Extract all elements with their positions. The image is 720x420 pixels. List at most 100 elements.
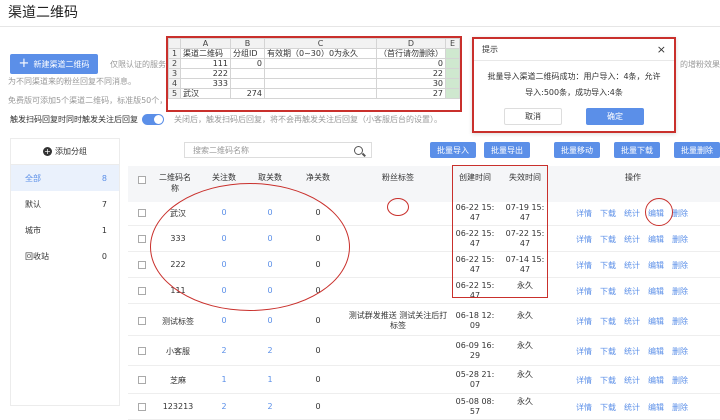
stats-link[interactable]: 统计 — [624, 375, 640, 386]
unfollow-count[interactable]: 0 — [252, 260, 288, 269]
sidebar-item-recycle-bin[interactable]: 回收站 0 — [11, 243, 119, 269]
excel-cell — [230, 78, 265, 89]
download-link[interactable]: 下载 — [600, 260, 616, 271]
edit-link[interactable]: 编辑 — [648, 375, 664, 386]
unfollow-count[interactable]: 0 — [252, 286, 288, 295]
expire-time: 永久 — [517, 370, 533, 379]
follow-count[interactable]: 0 — [206, 208, 242, 217]
row-checkbox[interactable] — [138, 317, 146, 325]
delete-link[interactable]: 删除 — [672, 208, 688, 219]
excel-cell: 分组ID — [230, 48, 265, 59]
row-operations: 详情 下载 统计 编辑 删除 — [576, 260, 688, 271]
row-checkbox[interactable] — [138, 209, 146, 217]
follow-count[interactable]: 2 — [206, 402, 242, 411]
stats-link[interactable]: 统计 — [624, 316, 640, 327]
edit-link[interactable]: 编辑 — [648, 316, 664, 327]
download-link[interactable]: 下载 — [600, 375, 616, 386]
delete-link[interactable]: 删除 — [672, 316, 688, 327]
sidebar-item-city[interactable]: 城市 1 — [11, 217, 119, 243]
edit-link[interactable]: 编辑 — [648, 402, 664, 413]
delete-link[interactable]: 删除 — [672, 286, 688, 297]
edit-link[interactable]: 编辑 — [648, 234, 664, 245]
detail-link[interactable]: 详情 — [576, 346, 592, 357]
batch-import-button[interactable]: 批量导入 — [430, 142, 476, 158]
batch-delete-button[interactable]: 批量删除 — [674, 142, 720, 158]
download-link[interactable]: 下载 — [600, 286, 616, 297]
excel-col-d: D — [376, 38, 446, 49]
detail-link[interactable]: 详情 — [576, 260, 592, 271]
follow-reply-toggle[interactable] — [142, 114, 164, 125]
stats-link[interactable]: 统计 — [624, 208, 640, 219]
sidebar-item-count: 1 — [101, 225, 107, 235]
confirm-button[interactable]: 确定 — [586, 108, 644, 125]
unfollow-count[interactable]: 0 — [252, 208, 288, 217]
detail-link[interactable]: 详情 — [576, 234, 592, 245]
select-all-checkbox[interactable] — [138, 176, 146, 184]
created-time: 06-22 15: 47 — [455, 255, 495, 274]
cancel-button[interactable]: 取消 — [504, 108, 562, 125]
row-checkbox[interactable] — [138, 347, 146, 355]
delete-link[interactable]: 删除 — [672, 234, 688, 245]
stats-link[interactable]: 统计 — [624, 402, 640, 413]
row-checkbox[interactable] — [138, 403, 146, 411]
detail-link[interactable]: 详情 — [576, 316, 592, 327]
follow-count[interactable]: 0 — [206, 316, 242, 325]
unfollow-count[interactable]: 2 — [252, 402, 288, 411]
edit-link[interactable]: 编辑 — [648, 286, 664, 297]
follow-count[interactable]: 2 — [206, 346, 242, 355]
detail-link[interactable]: 详情 — [576, 375, 592, 386]
sidebar-item-default[interactable]: 默认 7 — [11, 191, 119, 217]
download-link[interactable]: 下载 — [600, 346, 616, 357]
add-group-button[interactable]: + 添加分组 — [11, 139, 119, 165]
excel-cell — [230, 68, 265, 79]
detail-link[interactable]: 详情 — [576, 208, 592, 219]
stats-link[interactable]: 统计 — [624, 286, 640, 297]
close-icon[interactable]: × — [657, 43, 666, 56]
delete-link[interactable]: 删除 — [672, 402, 688, 413]
row-operations: 详情 下载 统计 编辑 删除 — [576, 234, 688, 245]
batch-download-button[interactable]: 批量下载 — [614, 142, 660, 158]
follow-count[interactable]: 0 — [206, 260, 242, 269]
detail-link[interactable]: 详情 — [576, 286, 592, 297]
unfollow-count[interactable]: 1 — [252, 375, 288, 384]
sidebar-item-count: 8 — [101, 173, 107, 183]
follow-count[interactable]: 1 — [206, 375, 242, 384]
batch-move-button[interactable]: 批量移动 — [554, 142, 600, 158]
stats-link[interactable]: 统计 — [624, 260, 640, 271]
detail-link[interactable]: 详情 — [576, 402, 592, 413]
download-link[interactable]: 下载 — [600, 402, 616, 413]
edit-link[interactable]: 编辑 — [648, 346, 664, 357]
excel-row: 2 111 0 0 — [168, 58, 460, 69]
edit-link[interactable]: 编辑 — [648, 260, 664, 271]
edit-link[interactable]: 编辑 — [648, 208, 664, 219]
stats-link[interactable]: 统计 — [624, 346, 640, 357]
search-input[interactable]: 搜索二维码名称 — [184, 142, 372, 158]
excel-cell: 30 — [376, 78, 446, 89]
row-checkbox[interactable] — [138, 287, 146, 295]
sidebar-item-all[interactable]: 全部 8 — [11, 165, 119, 191]
unfollow-count[interactable]: 0 — [252, 316, 288, 325]
unfollow-count[interactable]: 2 — [252, 346, 288, 355]
delete-link[interactable]: 删除 — [672, 346, 688, 357]
download-link[interactable]: 下载 — [600, 234, 616, 245]
dialog-header: 提示 × — [474, 39, 674, 61]
row-checkbox[interactable] — [138, 261, 146, 269]
new-qrcode-button[interactable]: + 新建渠道二维码 — [10, 54, 98, 74]
search-icon[interactable] — [354, 145, 363, 155]
excel-row-number: 4 — [168, 78, 181, 89]
follow-count[interactable]: 0 — [206, 286, 242, 295]
excel-row-number: 3 — [168, 68, 181, 79]
row-checkbox[interactable] — [138, 376, 146, 384]
batch-export-button[interactable]: 批量导出 — [484, 142, 530, 158]
download-link[interactable]: 下载 — [600, 208, 616, 219]
follow-count[interactable]: 0 — [206, 234, 242, 243]
row-checkbox[interactable] — [138, 235, 146, 243]
qrcode-name: 333 — [170, 234, 186, 243]
download-link[interactable]: 下载 — [600, 316, 616, 327]
excel-col-c: C — [264, 38, 377, 49]
table-row: 武汉 0 0 0 06-22 15: 47 07-19 15: 47 详情 下载 统计 编辑 删除 — [128, 200, 720, 226]
delete-link[interactable]: 删除 — [672, 375, 688, 386]
unfollow-count[interactable]: 0 — [252, 234, 288, 243]
stats-link[interactable]: 统计 — [624, 234, 640, 245]
delete-link[interactable]: 删除 — [672, 260, 688, 271]
